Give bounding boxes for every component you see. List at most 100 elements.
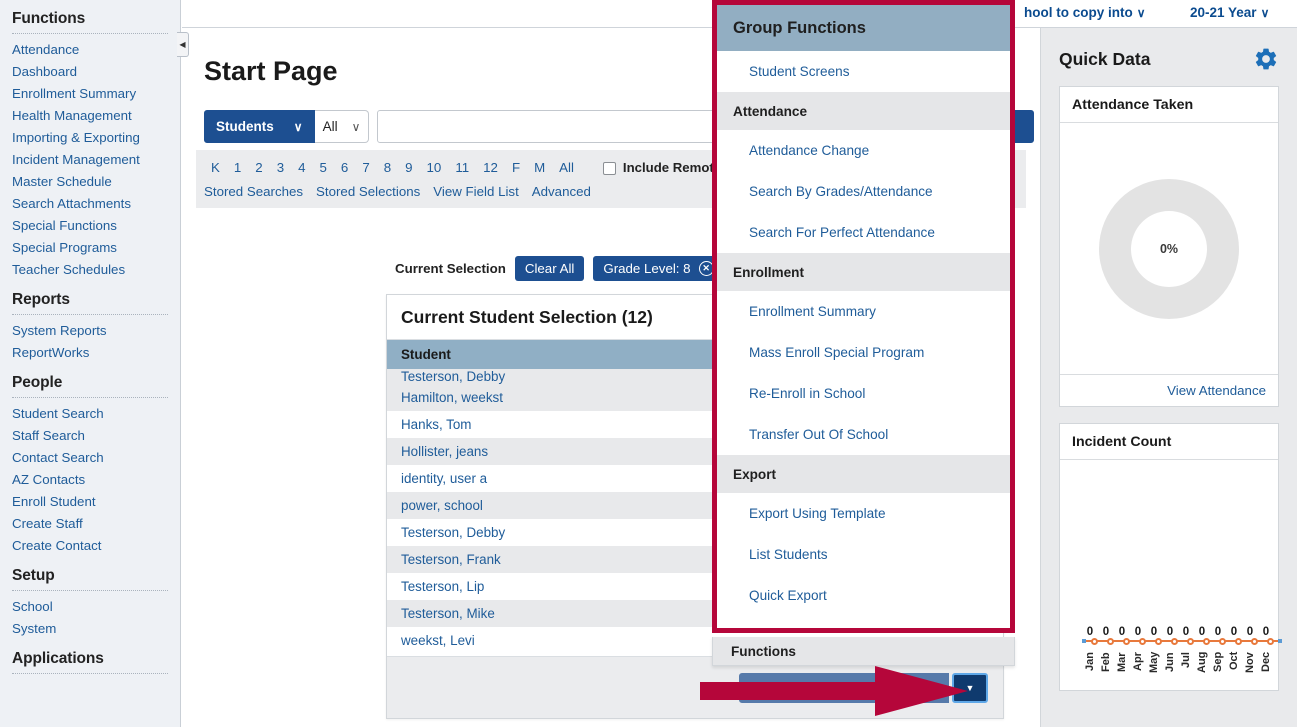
sidebar-item-dashboard[interactable]: Dashboard [12, 61, 168, 83]
search-filter-dropdown[interactable]: All ∨ [314, 110, 370, 143]
gf-item-attendance-change[interactable]: Attendance Change [717, 130, 1010, 171]
student-name-link[interactable]: Hanks, Tom [401, 417, 471, 432]
search-scope-label: Students [216, 119, 274, 134]
sidebar-item-contact-search[interactable]: Contact Search [12, 447, 168, 469]
clear-all-button[interactable]: Clear All [514, 256, 585, 281]
gear-icon[interactable] [1253, 46, 1279, 72]
student-name-link[interactable]: Testerson, Debby [401, 525, 505, 540]
nav-heading-reports: Reports [12, 291, 70, 308]
gf-item-search-for-perfect-attendance[interactable]: Search For Perfect Attendance [717, 212, 1010, 253]
grade-link-8[interactable]: 8 [377, 157, 398, 179]
gf-item-transfer-out-of-school[interactable]: Transfer Out Of School [717, 414, 1010, 455]
sidebar-item-special-programs[interactable]: Special Programs [12, 237, 168, 259]
sidebar-collapse-arrow-icon[interactable]: ◀ [177, 32, 189, 57]
school-selector[interactable]: hool to copy into ∨ [1024, 0, 1146, 26]
sidebar-item-incident-management[interactable]: Incident Management [12, 149, 168, 171]
sidebar-item-system[interactable]: System [12, 618, 168, 640]
sidebar-item-system-reports[interactable]: System Reports [12, 320, 168, 342]
link-view-field-list[interactable]: View Field List [433, 184, 531, 199]
grade-link-10[interactable]: 10 [420, 157, 449, 179]
include-remote-checkbox-group[interactable]: Include Remote [602, 157, 721, 179]
student-name-link[interactable]: weekst, Levi [401, 633, 475, 648]
gf-item-enrollment-summary[interactable]: Enrollment Summary [717, 291, 1010, 332]
view-attendance-link[interactable]: View Attendance [1167, 383, 1266, 398]
grade-link-2[interactable]: 2 [248, 157, 269, 179]
sidebar-item-student-search[interactable]: Student Search [12, 403, 168, 425]
sidebar-item-teacher-schedules[interactable]: Teacher Schedules [12, 259, 168, 281]
sidebar-item-reportworks[interactable]: ReportWorks [12, 342, 168, 364]
functions-tab-label[interactable]: Functions [712, 637, 1015, 666]
gf-item-re-enroll-in-school[interactable]: Re-Enroll in School [717, 373, 1010, 414]
grade-link-1[interactable]: 1 [227, 157, 248, 179]
sidebar-item-create-staff[interactable]: Create Staff [12, 513, 168, 535]
gf-item-mass-enroll-special-program[interactable]: Mass Enroll Special Program [717, 332, 1010, 373]
chevron-down-icon: ∨ [1260, 6, 1270, 20]
gf-item-quick-export[interactable]: Quick Export [717, 575, 1010, 616]
include-remote-checkbox[interactable] [602, 161, 616, 175]
link-advanced[interactable]: Advanced [532, 184, 604, 199]
grade-link-7[interactable]: 7 [355, 157, 376, 179]
gf-item-list-students[interactable]: List Students [717, 534, 1010, 575]
student-name-link[interactable]: Hollister, jeans [401, 444, 488, 459]
student-name-link[interactable]: identity, user a [401, 471, 487, 486]
grade-link-all[interactable]: All [552, 157, 581, 179]
student-name-link[interactable]: Hamilton, weekst [401, 390, 503, 405]
select-function-dropdown-caret[interactable]: ▼ [952, 673, 988, 703]
x-tick-label: Jun [1164, 652, 1176, 672]
link-stored-searches[interactable]: Stored Searches [204, 184, 316, 199]
nav-group-functions: Functions Attendance Dashboard Enrollmen… [12, 0, 168, 281]
student-name-link[interactable]: Testerson, Frank [401, 552, 501, 567]
sidebar-item-master-schedule[interactable]: Master Schedule [12, 171, 168, 193]
year-selector[interactable]: 20-21 Year ∨ [1190, 0, 1269, 26]
nav-heading-functions: Functions [12, 10, 86, 27]
sidebar-item-az-contacts[interactable]: AZ Contacts [12, 469, 168, 491]
grade-link-6[interactable]: 6 [334, 157, 355, 179]
gf-item-search-by-grades-attendance[interactable]: Search By Grades/Attendance [717, 171, 1010, 212]
data-point [1102, 636, 1118, 646]
sidebar-item-special-functions[interactable]: Special Functions [12, 215, 168, 237]
sidebar-item-search-attachments[interactable]: Search Attachments [12, 193, 168, 215]
clear-all-label: Clear All [524, 261, 575, 276]
search-scope-dropdown[interactable]: Students ∨ [204, 110, 315, 143]
grade-link-11[interactable]: 11 [448, 157, 476, 179]
chevron-down-icon: ∨ [1136, 6, 1146, 20]
incident-plot-area: 0 0 0 0 0 0 0 0 0 0 0 0 Jan Feb Mar Apr … [1060, 460, 1282, 690]
student-name-link[interactable]: Testerson, Lip [401, 579, 484, 594]
gf-item-export-using-template[interactable]: Export Using Template [717, 493, 1010, 534]
select-function-button[interactable]: Select Function [739, 673, 949, 703]
sidebar-item-staff-search[interactable]: Staff Search [12, 425, 168, 447]
series-start-cap [1082, 639, 1086, 643]
x-tick-label: Oct [1228, 652, 1240, 671]
sidebar-item-create-contact[interactable]: Create Contact [12, 535, 168, 557]
x-tick-label: Apr [1132, 652, 1144, 671]
x-tick-label: May [1148, 652, 1160, 674]
nav-heading-setup: Setup [12, 567, 55, 584]
year-selector-label: 20-21 Year [1190, 5, 1257, 20]
grade-link-k[interactable]: K [204, 157, 227, 179]
grade-link-4[interactable]: 4 [291, 157, 312, 179]
gf-item-student-screens[interactable]: Student Screens [717, 51, 1010, 92]
sidebar-item-health-management[interactable]: Health Management [12, 105, 168, 127]
student-name-link[interactable]: power, school [401, 498, 483, 513]
link-stored-selections[interactable]: Stored Selections [316, 184, 433, 199]
sidebar-item-enroll-student[interactable]: Enroll Student [12, 491, 168, 513]
gf-section-enrollment: Enrollment [717, 253, 1010, 291]
grade-link-m[interactable]: M [527, 157, 552, 179]
sidebar-item-importing-exporting[interactable]: Importing & Exporting [12, 127, 168, 149]
grade-link-f[interactable]: F [505, 157, 527, 179]
attendance-widget-title: Attendance Taken [1060, 87, 1278, 123]
right-sidebar-quick-data: Quick Data Attendance Taken 0% View Atte… [1040, 28, 1297, 727]
grade-link-9[interactable]: 9 [398, 157, 419, 179]
sidebar-item-school[interactable]: School [12, 596, 168, 618]
sidebar-item-attendance[interactable]: Attendance [12, 39, 168, 61]
data-point [1182, 636, 1198, 646]
grade-link-3[interactable]: 3 [270, 157, 291, 179]
filter-chip-grade-level[interactable]: Grade Level: 8 ✕ [593, 256, 724, 281]
sidebar-item-enrollment-summary[interactable]: Enrollment Summary [12, 83, 168, 105]
grade-link-12[interactable]: 12 [476, 157, 505, 179]
data-point [1166, 636, 1182, 646]
incident-line-chart: 0 0 0 0 0 0 0 0 0 0 0 0 Jan Feb Mar Apr … [1060, 460, 1282, 690]
group-functions-header: Group Functions [717, 5, 1010, 51]
grade-link-5[interactable]: 5 [313, 157, 334, 179]
student-name-link[interactable]: Testerson, Mike [401, 606, 495, 621]
